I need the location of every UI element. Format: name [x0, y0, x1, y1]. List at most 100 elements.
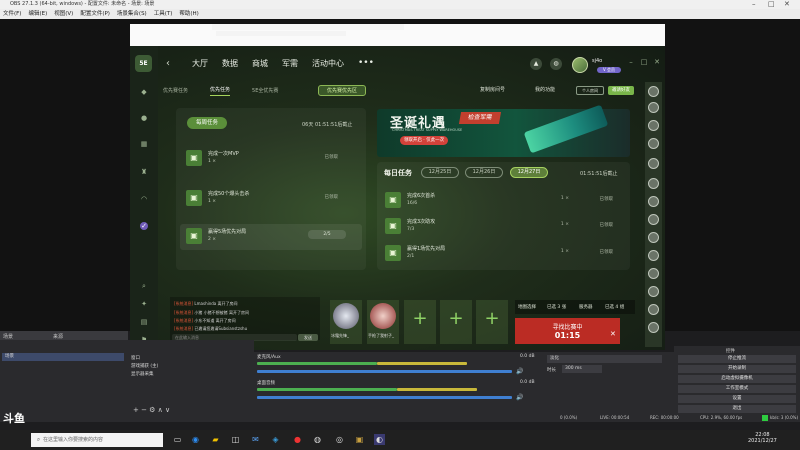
- menu-view[interactable]: 视图(V): [54, 9, 73, 19]
- back-icon[interactable]: ‹: [166, 58, 170, 69]
- lock-icon[interactable]: ▲: [530, 58, 542, 70]
- window-max-icon[interactable]: □: [640, 58, 648, 66]
- tab-prio[interactable]: 优先任务: [210, 86, 231, 96]
- task-icon[interactable]: ✓: [140, 222, 148, 230]
- source-item[interactable]: 窗口: [131, 355, 140, 361]
- date-tab-1[interactable]: 12月25日: [421, 167, 459, 178]
- speaker-icon[interactable]: 🔊: [516, 394, 523, 401]
- scene-item[interactable]: 场景: [2, 353, 124, 361]
- nav-data[interactable]: 数据: [222, 58, 238, 69]
- empty-slot-4[interactable]: +: [440, 300, 472, 344]
- player-slot-1[interactable]: 冰霜先锋_: [330, 300, 362, 344]
- transitions-dock: 淡化 时长 300 ms: [544, 352, 674, 414]
- speaker-icon[interactable]: 🔊: [516, 368, 523, 375]
- server-value[interactable]: 已选 4 组: [605, 304, 624, 310]
- match-settings[interactable]: 地图选择 已选 3 张 服务器 已选 4 组: [515, 300, 635, 314]
- matchmaking-button[interactable]: 寻找比赛中 01:15: [515, 318, 620, 344]
- settings-button[interactable]: 设置: [678, 395, 796, 403]
- steam-icon[interactable]: ◍: [312, 434, 323, 445]
- friend-avatar[interactable]: [648, 268, 659, 279]
- nav-store[interactable]: 商城: [252, 58, 268, 69]
- friend-avatar[interactable]: [648, 86, 659, 97]
- store-icon[interactable]: ◫: [230, 434, 241, 445]
- flame-icon[interactable]: ●: [140, 114, 148, 122]
- obs-taskbar-icon[interactable]: ◐: [374, 434, 385, 445]
- friend-avatar[interactable]: [648, 138, 659, 149]
- stop-streaming-button[interactable]: 停止推流: [678, 355, 796, 363]
- friend-avatar[interactable]: [648, 158, 659, 169]
- app-icon-2[interactable]: ●: [292, 434, 303, 445]
- my-function-button[interactable]: 我的功能: [535, 86, 555, 93]
- search-icon[interactable]: ⌕: [140, 282, 148, 290]
- exit-button[interactable]: 退出: [678, 405, 796, 413]
- map-value[interactable]: 已选 3 张: [547, 304, 566, 310]
- edge-icon[interactable]: ◉: [190, 434, 201, 445]
- studio-mode-button[interactable]: 工作室模式: [678, 385, 796, 393]
- friend-avatar[interactable]: [648, 232, 659, 243]
- nav-lobby[interactable]: 大厅: [192, 58, 208, 69]
- trophy-icon[interactable]: ♜: [140, 168, 148, 176]
- invite-friends-button[interactable]: 邀请好友: [608, 86, 634, 95]
- app-icon-4[interactable]: ▣: [354, 434, 365, 445]
- more-icon[interactable]: •••: [358, 58, 374, 68]
- prio-zone-button[interactable]: 优先赛优先区: [318, 85, 366, 96]
- start-recording-button[interactable]: 开始录制: [678, 365, 796, 373]
- minimize-icon[interactable]: –: [752, 0, 756, 9]
- tab-prio-tasks[interactable]: 优先赛任务: [163, 87, 188, 94]
- menu-scene-collection[interactable]: 场景集合(S): [117, 9, 147, 19]
- empty-slot-5[interactable]: +: [476, 300, 508, 344]
- nav-events[interactable]: 活动中心: [312, 58, 344, 69]
- chart-icon[interactable]: ▤: [140, 318, 148, 326]
- empty-slot-3[interactable]: +: [404, 300, 436, 344]
- transition-select[interactable]: 淡化: [547, 355, 662, 363]
- window-min-icon[interactable]: –: [627, 58, 635, 66]
- shield-icon[interactable]: ◆: [140, 88, 148, 96]
- send-button[interactable]: 发送: [298, 334, 318, 341]
- settings-icon[interactable]: ✦: [140, 300, 148, 308]
- task-view-icon[interactable]: ▭: [172, 434, 183, 445]
- source-item[interactable]: 游戏捕获 (主): [131, 363, 158, 369]
- app-icon[interactable]: ◈: [270, 434, 281, 445]
- virtual-camera-button[interactable]: 启动虚拟摄像机: [678, 375, 796, 383]
- friend-avatar[interactable]: [648, 178, 659, 189]
- window-close-icon[interactable]: ✕: [653, 58, 661, 66]
- menu-file[interactable]: 文件(F): [3, 9, 21, 19]
- folder-icon[interactable]: ▰: [210, 434, 221, 445]
- copy-room-button[interactable]: 复制房间号: [480, 86, 505, 93]
- mail-icon[interactable]: ✉: [250, 434, 261, 445]
- volume-slider[interactable]: [257, 370, 512, 373]
- friend-avatar[interactable]: [648, 304, 659, 315]
- volume-slider[interactable]: [257, 396, 512, 399]
- wifi-icon[interactable]: ◠: [140, 195, 148, 203]
- maximize-icon[interactable]: □: [768, 0, 775, 9]
- source-item[interactable]: 显示器采集: [131, 371, 154, 377]
- nav-supply[interactable]: 军需: [282, 58, 298, 69]
- taskbar-search-input[interactable]: 在这里输入你要搜索的内容: [31, 433, 163, 447]
- banner-cta-button[interactable]: 领取开启 · 仅此一次: [400, 136, 448, 145]
- duration-input[interactable]: 300 ms: [562, 365, 602, 373]
- date-tab-3[interactable]: 12月27日: [510, 167, 548, 178]
- player-slot-2[interactable]: 手枪了我射子_: [367, 300, 399, 344]
- friend-avatar[interactable]: [648, 322, 659, 333]
- personal-room-button[interactable]: 个人房间: [576, 86, 604, 95]
- close-icon[interactable]: ✕: [784, 0, 790, 9]
- grid-icon[interactable]: ▦: [140, 140, 148, 148]
- friend-avatar[interactable]: [648, 286, 659, 297]
- cancel-match-icon[interactable]: ✕: [610, 330, 620, 340]
- menu-edit[interactable]: 编辑(E): [28, 9, 47, 19]
- avatar[interactable]: [572, 57, 588, 73]
- friend-avatar[interactable]: [648, 102, 659, 113]
- app-icon-3[interactable]: ◎: [334, 434, 345, 445]
- date-tab-2[interactable]: 12月26日: [465, 167, 503, 178]
- friend-avatar[interactable]: [648, 250, 659, 261]
- friend-avatar[interactable]: [648, 120, 659, 131]
- friend-avatar[interactable]: [648, 214, 659, 225]
- add-source-icon[interactable]: + − ⚙ ∧ ∨: [133, 406, 170, 414]
- menu-tools[interactable]: 工具(T): [154, 9, 173, 19]
- friend-avatar[interactable]: [648, 196, 659, 207]
- tab-5e-prio[interactable]: 5E全优先赛: [252, 87, 278, 94]
- bell-icon[interactable]: ◍: [550, 58, 562, 70]
- menu-profile[interactable]: 配置文件(P): [80, 9, 110, 19]
- menu-help[interactable]: 帮助(H): [179, 9, 198, 19]
- weekly-task-3[interactable]: ▣ 赢得5场优先对局 2 × 2/5: [180, 224, 362, 250]
